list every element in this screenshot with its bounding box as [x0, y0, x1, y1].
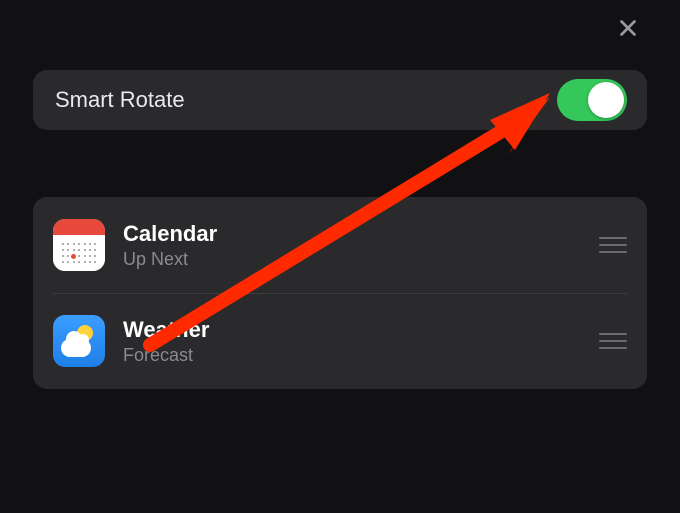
- item-title: Calendar: [123, 221, 599, 247]
- drag-handle-icon[interactable]: [599, 237, 627, 253]
- smart-rotate-label: Smart Rotate: [55, 87, 185, 113]
- calendar-icon: [53, 219, 105, 271]
- widget-list: Calendar Up Next Weather Forecast: [33, 197, 647, 389]
- list-item[interactable]: Weather Forecast: [33, 293, 647, 389]
- smart-rotate-row: Smart Rotate: [33, 70, 647, 130]
- item-subtitle: Up Next: [123, 249, 599, 270]
- smart-rotate-toggle[interactable]: [557, 79, 627, 121]
- list-item[interactable]: Calendar Up Next: [33, 197, 647, 293]
- item-text: Calendar Up Next: [123, 221, 599, 270]
- close-icon: [617, 17, 639, 44]
- item-text: Weather Forecast: [123, 317, 599, 366]
- weather-icon: [53, 315, 105, 367]
- toggle-thumb: [588, 82, 624, 118]
- item-subtitle: Forecast: [123, 345, 599, 366]
- drag-handle-icon[interactable]: [599, 333, 627, 349]
- close-button[interactable]: [606, 8, 650, 52]
- item-title: Weather: [123, 317, 599, 343]
